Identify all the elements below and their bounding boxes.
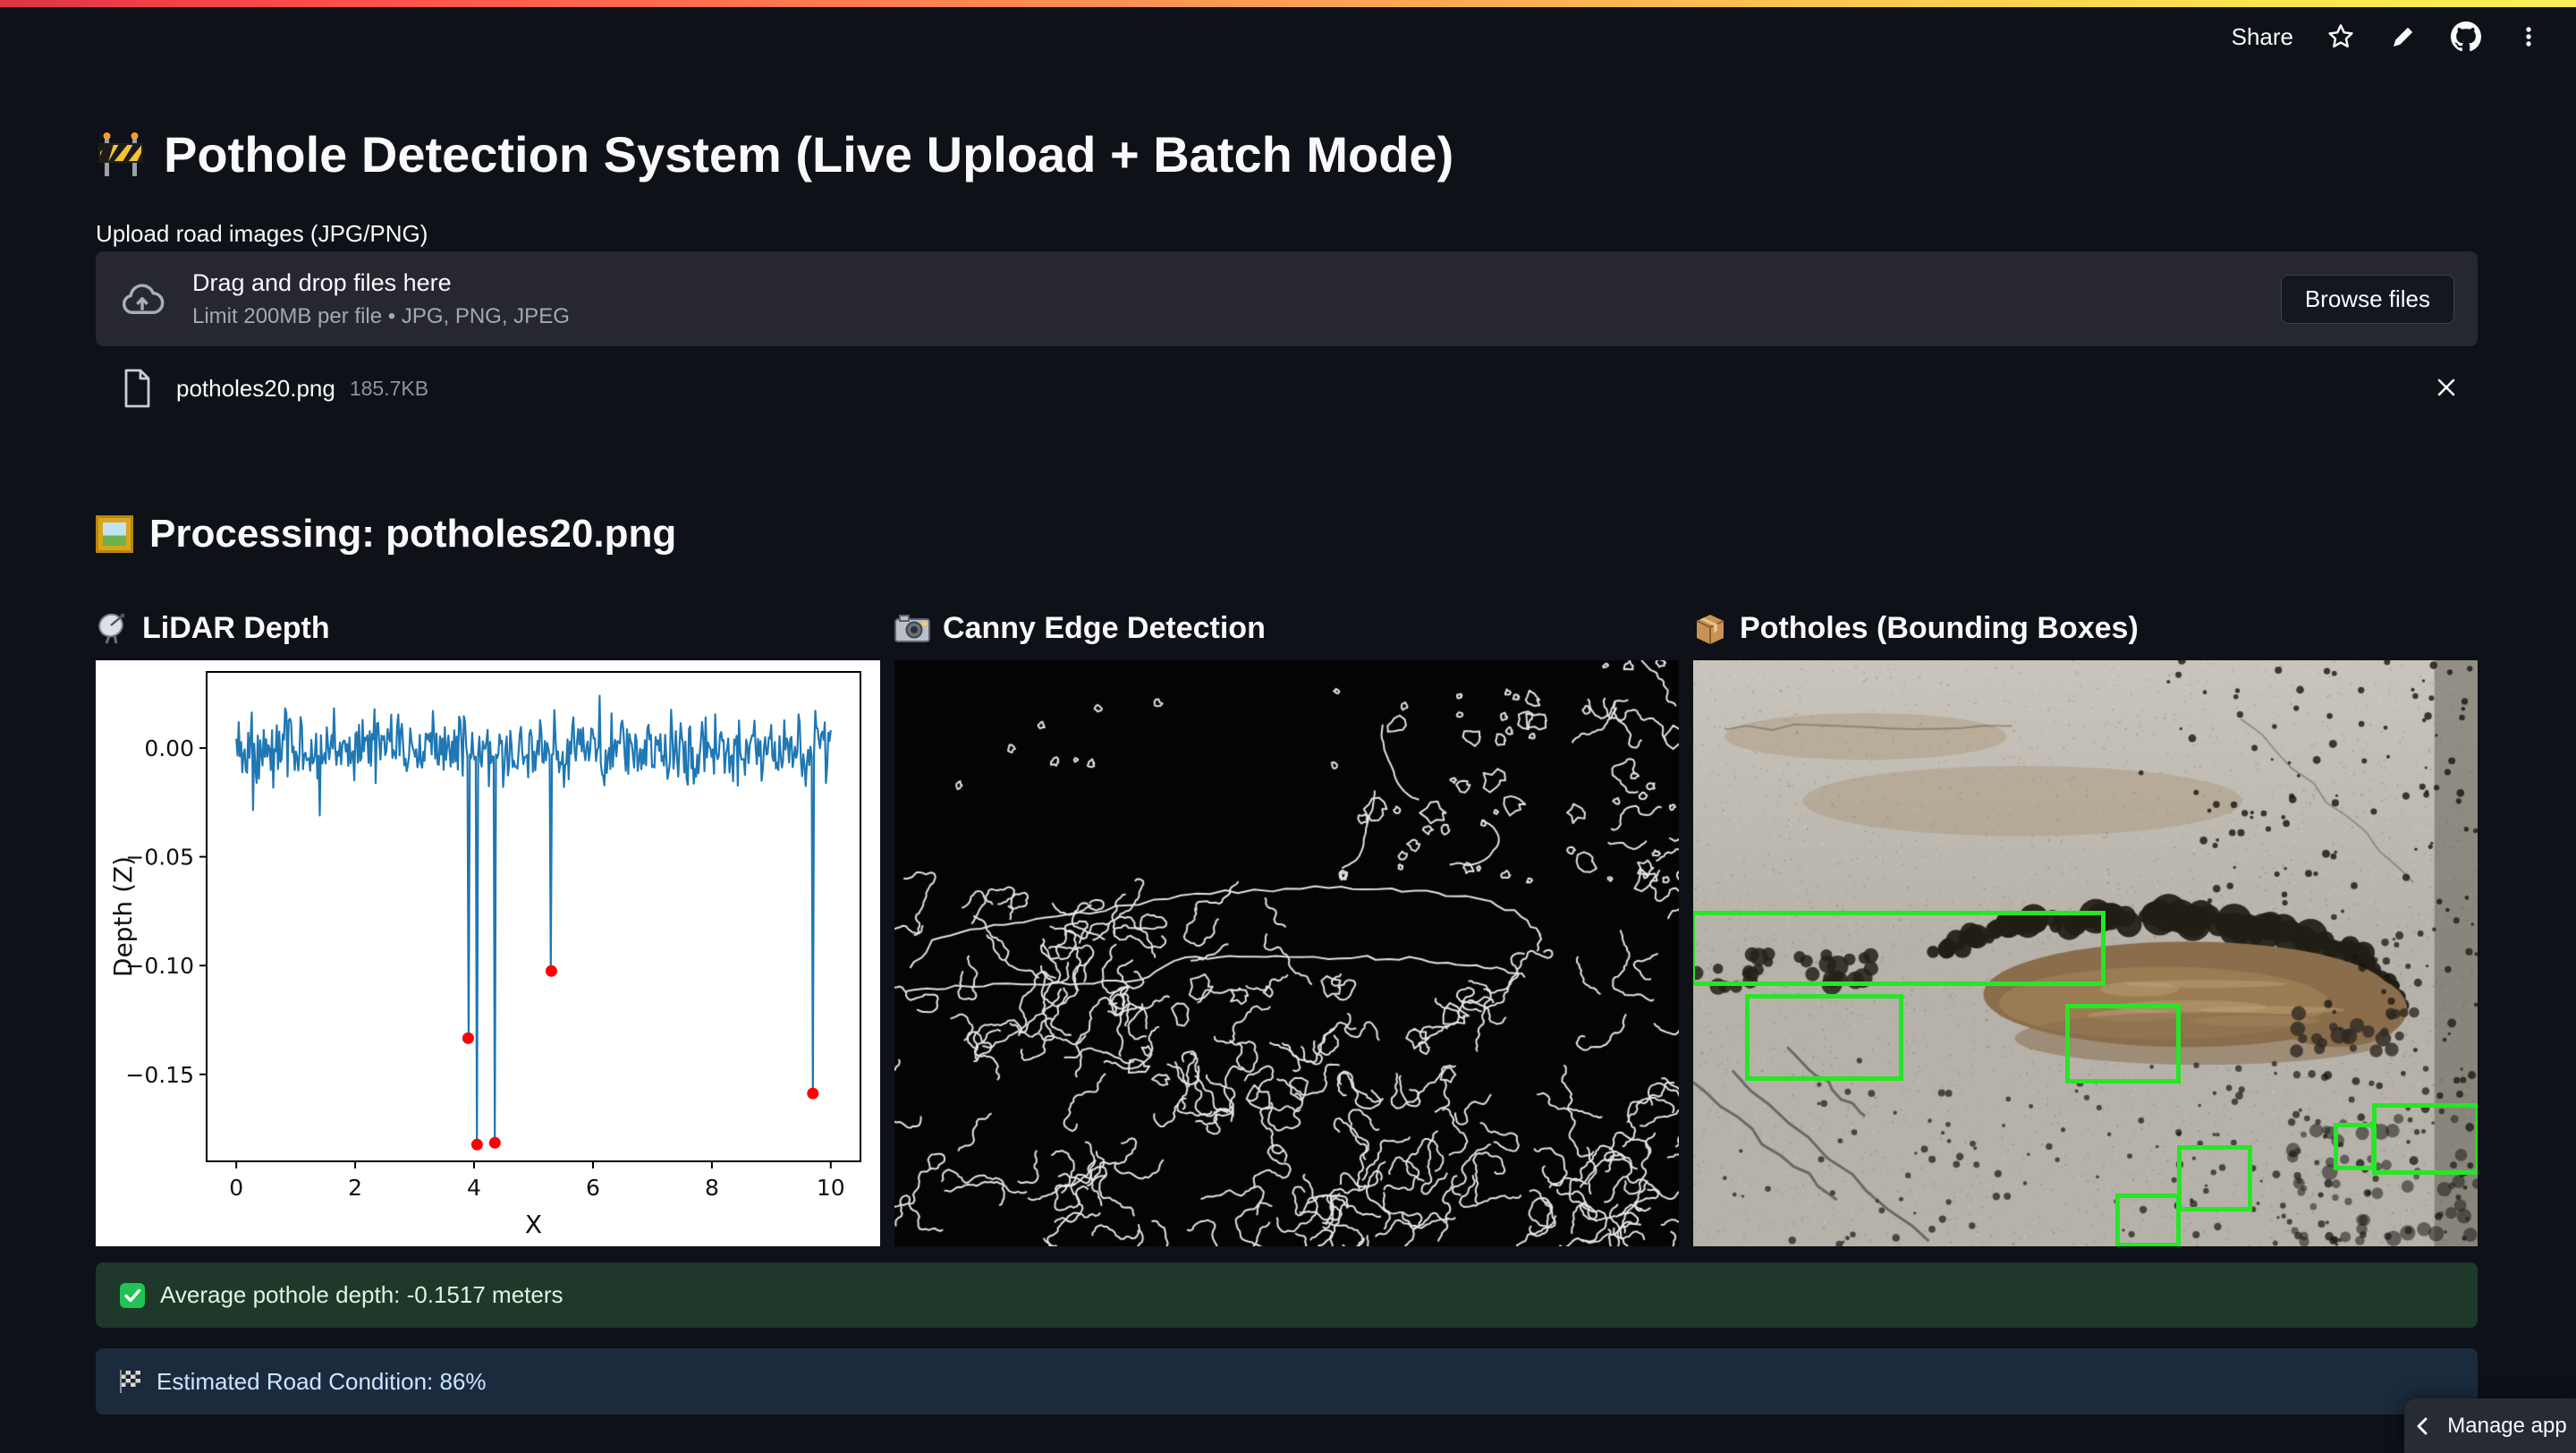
overflow-menu-icon[interactable] xyxy=(2513,21,2544,52)
svg-text:10: 10 xyxy=(817,1175,845,1201)
processing-heading: Processing: potholes20.png xyxy=(96,512,2478,557)
manage-app-label: Manage app xyxy=(2447,1414,2566,1439)
page-title: Pothole Detection System (Live Upload + … xyxy=(96,125,2478,183)
svg-text:8: 8 xyxy=(705,1175,719,1201)
bounding-box xyxy=(1693,911,2106,986)
column-lidar: LiDAR Depth 0.00−0.05−0.10−0.150246810XD… xyxy=(96,596,880,1246)
browse-files-button[interactable]: Browse files xyxy=(2281,275,2454,324)
remove-file-button[interactable] xyxy=(2424,365,2469,410)
canny-title: Canny Edge Detection xyxy=(943,611,1266,646)
svg-text:−0.15: −0.15 xyxy=(125,1062,194,1088)
bounding-box xyxy=(2334,1123,2376,1169)
upload-cloud-icon xyxy=(119,281,165,317)
dropzone-hint: Limit 200MB per file • JPG, PNG, JPEG xyxy=(192,304,570,329)
potholes-title: Potholes (Bounding Boxes) xyxy=(1740,611,2139,646)
potholes-header: Potholes (Bounding Boxes) xyxy=(1693,596,2478,660)
camera-icon xyxy=(894,613,930,643)
svg-text:0: 0 xyxy=(229,1175,243,1201)
package-icon xyxy=(1693,611,1727,645)
column-potholes: Potholes (Bounding Boxes) xyxy=(1693,596,2478,1246)
info-text: Estimated Road Condition: 86% xyxy=(157,1368,487,1396)
bounding-box xyxy=(1745,994,1903,1081)
pothole-image xyxy=(1693,660,2478,1246)
canny-header: Canny Edge Detection xyxy=(894,596,1679,660)
star-icon[interactable] xyxy=(2326,21,2356,52)
results-columns: LiDAR Depth 0.00−0.05−0.10−0.150246810XD… xyxy=(96,596,2478,1246)
share-button[interactable]: Share xyxy=(2232,23,2293,51)
bounding-box xyxy=(2065,1004,2182,1083)
chevron-left-icon xyxy=(2413,1415,2433,1437)
satellite-dish-icon xyxy=(96,611,130,645)
file-icon xyxy=(121,368,153,409)
success-text: Average pothole depth: -0.1517 meters xyxy=(160,1281,564,1309)
info-alert: Estimated Road Condition: 86% xyxy=(96,1348,2478,1415)
svg-text:6: 6 xyxy=(586,1175,600,1201)
manage-app-button[interactable]: Manage app xyxy=(2404,1398,2576,1453)
column-canny: Canny Edge Detection xyxy=(894,596,1679,1246)
svg-text:4: 4 xyxy=(467,1175,481,1201)
svg-text:2: 2 xyxy=(348,1175,362,1201)
page-title-text: Pothole Detection System (Live Upload + … xyxy=(164,125,1453,183)
svg-text:0.00: 0.00 xyxy=(144,735,194,761)
bounding-box xyxy=(2177,1145,2252,1212)
lidar-chart: 0.00−0.05−0.10−0.150246810XDepth (Z) xyxy=(96,660,880,1246)
dropzone-title: Drag and drop files here xyxy=(192,269,570,297)
canny-image xyxy=(894,660,1679,1246)
file-size: 185.7KB xyxy=(350,377,428,401)
construction-icon xyxy=(96,132,146,178)
uploader-label: Upload road images (JPG/PNG) xyxy=(96,220,2478,248)
lidar-title: LiDAR Depth xyxy=(142,611,330,646)
svg-text:Depth (Z): Depth (Z) xyxy=(108,856,138,977)
success-alert: Average pothole depth: -0.1517 meters xyxy=(96,1262,2478,1328)
svg-text:X: X xyxy=(525,1210,542,1239)
checkered-flag-icon xyxy=(119,1369,142,1394)
pencil-icon[interactable] xyxy=(2388,21,2419,52)
bounding-box xyxy=(2372,1103,2478,1176)
processing-heading-text: Processing: potholes20.png xyxy=(149,512,676,557)
dropzone[interactable]: Drag and drop files here Limit 200MB per… xyxy=(96,251,2478,346)
close-icon xyxy=(2435,376,2458,399)
app-toolbar: Share xyxy=(2232,21,2544,52)
framed-picture-icon xyxy=(96,515,133,553)
dropzone-text: Drag and drop files here Limit 200MB per… xyxy=(192,269,570,329)
decoration-bar xyxy=(0,0,2576,7)
check-icon xyxy=(119,1282,146,1309)
uploaded-file-row: potholes20.png 185.7KB xyxy=(96,360,2478,417)
bounding-box xyxy=(2115,1194,2181,1246)
github-icon[interactable] xyxy=(2451,21,2481,52)
lidar-header: LiDAR Depth xyxy=(96,596,880,660)
file-name: potholes20.png xyxy=(176,375,335,403)
